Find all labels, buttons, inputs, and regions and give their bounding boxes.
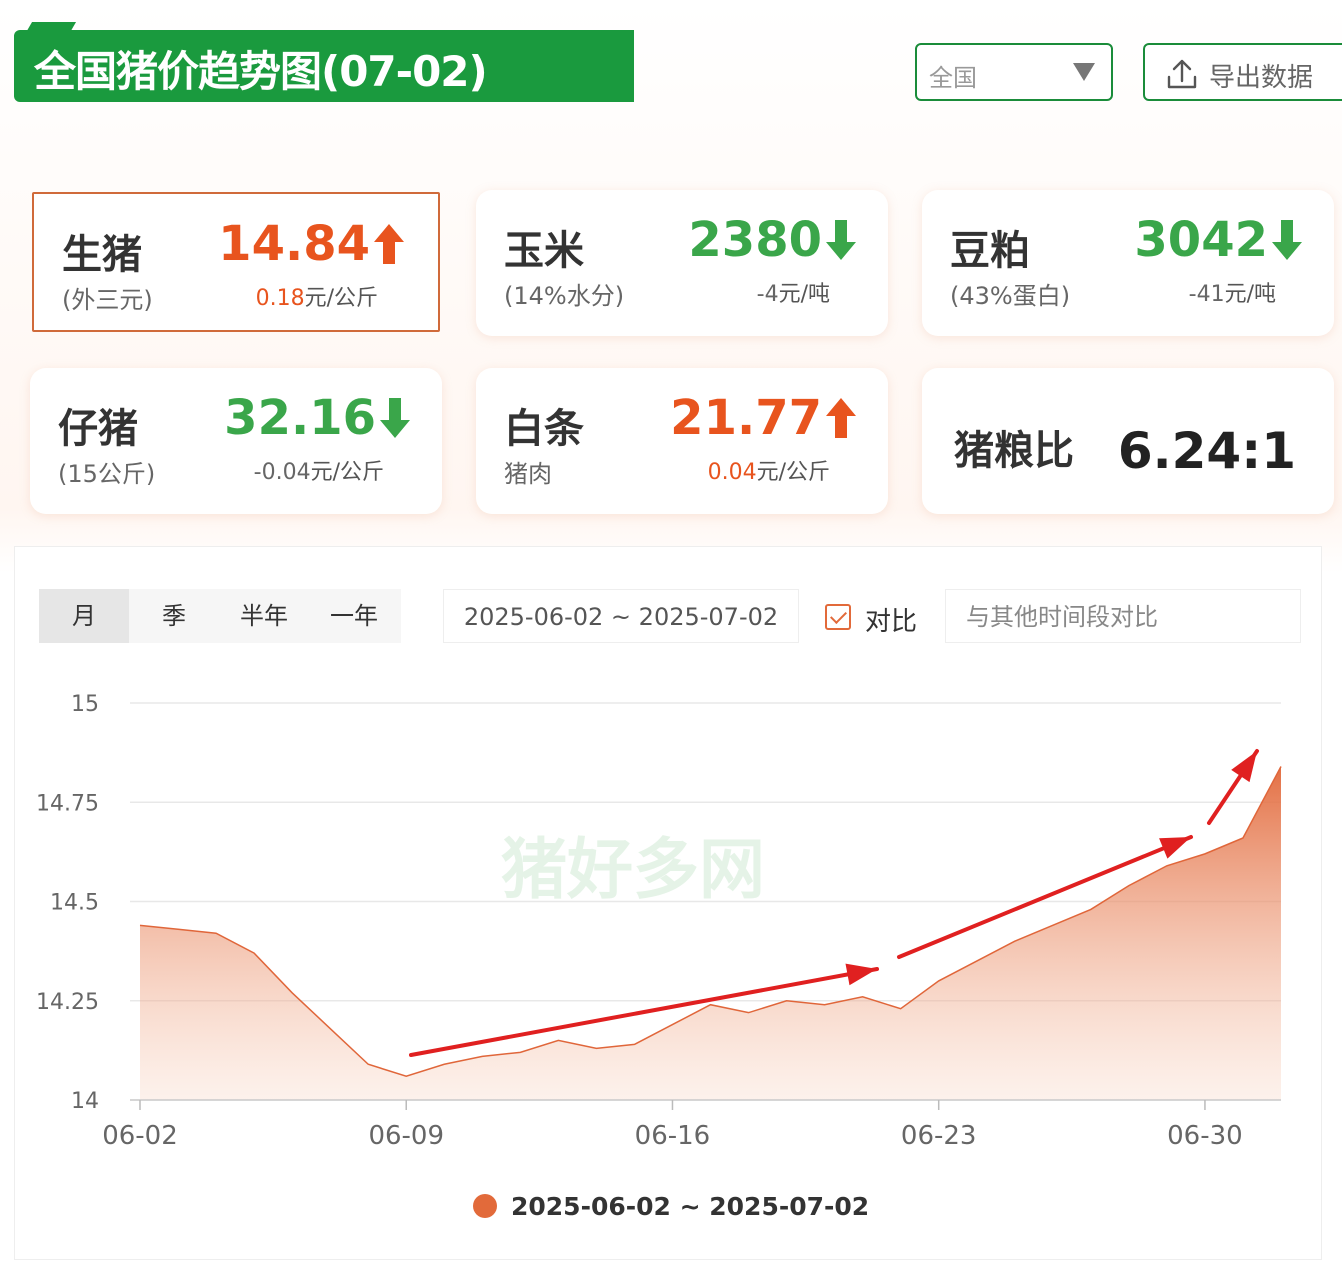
legend-label: 2025-06-02 ~ 2025-07-02 — [511, 1192, 869, 1221]
price-trend-chart: 15 14.75 14.5 14.25 14 猪好多网 06-02 06-09 06-16 06-… — [36, 692, 1282, 1221]
card-change: -4 — [756, 282, 779, 307]
y-tick-label: 14 — [71, 1089, 99, 1114]
card-price: 32.16 — [224, 390, 376, 446]
card-live-hog[interactable]: 生猪 (外三元) 14.84 0.18元/公斤 — [32, 192, 440, 332]
card-sub: (15公斤) — [58, 460, 156, 488]
card-price: 2380 — [688, 212, 822, 268]
card-unit: 元/吨 — [1224, 282, 1276, 307]
card-sub: 猪肉 — [504, 460, 552, 488]
card-piglet[interactable]: 仔猪 (15公斤) 32.16 -0.04元/公斤 — [30, 368, 442, 514]
export-data-label: 导出数据 — [1209, 63, 1314, 93]
upload-icon — [1167, 59, 1197, 89]
ratio-name: 猪粮比 — [954, 428, 1074, 474]
card-change: 0.18 — [255, 286, 305, 311]
card-price: 14.84 — [218, 216, 370, 272]
card-corn[interactable]: 玉米 (14%水分) 2380 -4元/吨 — [476, 190, 888, 336]
card-sub: (14%水分) — [504, 282, 625, 310]
x-tick-label: 06-30 — [1167, 1121, 1243, 1151]
export-data-button[interactable]: 导出数据 — [1143, 43, 1342, 101]
arrow-down-icon — [380, 398, 410, 438]
series-area — [140, 766, 1281, 1100]
card-name: 仔猪 — [58, 406, 138, 452]
card-change: 0.04 — [707, 460, 757, 485]
y-tick-label: 15 — [71, 692, 99, 717]
y-tick-label: 14.5 — [50, 891, 99, 916]
y-tick-label: 14.75 — [36, 791, 99, 816]
card-unit: 元/公斤 — [304, 286, 378, 311]
card-change: -0.04 — [253, 460, 311, 485]
ratio-value: 6.24:1 — [1117, 422, 1296, 480]
x-tick-label: 06-09 — [368, 1121, 444, 1151]
arrow-down-icon — [826, 220, 856, 260]
watermark-text: 猪好多网 — [501, 831, 765, 908]
card-unit: 元/公斤 — [310, 460, 384, 485]
arrow-down-icon — [1272, 220, 1302, 260]
card-name: 豆粕 — [950, 228, 1030, 274]
card-price: 21.77 — [670, 390, 822, 446]
x-tick-label: 06-02 — [102, 1121, 178, 1151]
arrow-up-icon — [374, 224, 404, 264]
card-unit: 元/公斤 — [756, 460, 830, 485]
card-hog-grain-ratio[interactable]: 猪粮比 6.24:1 — [922, 368, 1334, 514]
card-unit: 元/吨 — [778, 282, 830, 307]
card-name: 玉米 — [504, 228, 584, 274]
legend-dot — [473, 1194, 497, 1218]
card-pork-carcass[interactable]: 白条 猪肉 21.77 0.04元/公斤 — [476, 368, 888, 514]
annotation-arrow-head — [1159, 837, 1191, 859]
y-tick-label: 14.25 — [36, 990, 99, 1015]
chart-panel: 月 季 半年 一年 2025-06-02 ~ 2025-07-02 对比 与其他… — [14, 546, 1322, 1260]
card-soybean-meal[interactable]: 豆粕 (43%蛋白) 3042 -41元/吨 — [922, 190, 1334, 336]
page-title: 全国猪价趋势图(07-02) — [34, 47, 488, 96]
card-sub: (43%蛋白) — [950, 282, 1071, 310]
card-name: 生猪 — [62, 232, 142, 278]
annotation-arrow-head — [1231, 751, 1257, 783]
card-name: 白条 — [504, 406, 584, 452]
region-select-value: 全国 — [929, 64, 977, 92]
card-price: 3042 — [1134, 212, 1268, 268]
annotation-arrow-head — [845, 963, 877, 986]
card-sub: (外三元) — [62, 286, 153, 314]
caret-down-icon — [1073, 63, 1095, 81]
arrow-up-icon — [826, 398, 856, 438]
x-tick-label: 06-23 — [901, 1121, 977, 1151]
region-select[interactable]: 全国 — [915, 43, 1113, 101]
card-change: -41 — [1188, 282, 1225, 307]
x-tick-label: 06-16 — [635, 1121, 711, 1151]
